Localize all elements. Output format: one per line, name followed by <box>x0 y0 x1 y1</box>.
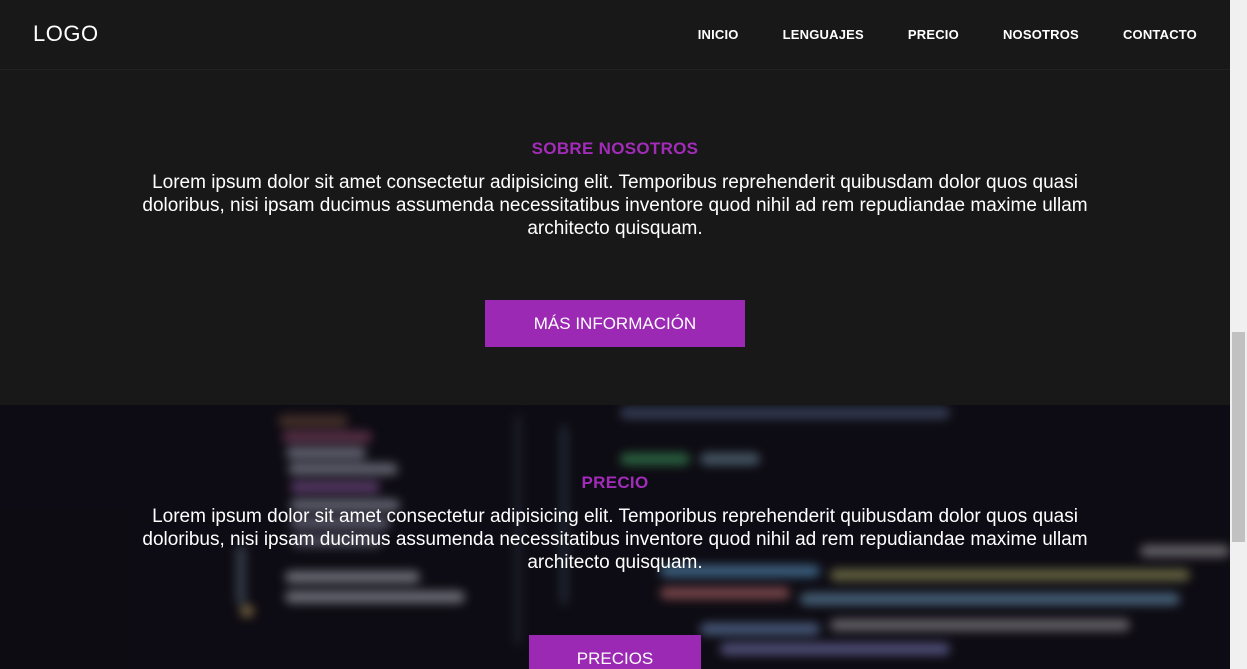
nav-lenguajes[interactable]: LENGUAJES <box>783 27 864 42</box>
main-nav: INICIO LENGUAJES PRECIO NOSOTROS CONTACT… <box>654 27 1197 42</box>
pricing-title: PRECIO <box>581 473 649 492</box>
pricing-button[interactable]: PRECIOS <box>529 635 701 669</box>
logo[interactable]: LOGO <box>33 21 99 47</box>
about-title: SOBRE NOSOTROS <box>531 139 699 158</box>
scrollbar-thumb[interactable] <box>1232 332 1245 542</box>
about-section: SOBRE NOSOTROS Lorem ipsum dolor sit ame… <box>0 69 1230 405</box>
page: LOGO INICIO LENGUAJES PRECIO NOSOTROS CO… <box>0 0 1230 669</box>
nav-nosotros[interactable]: NOSOTROS <box>1003 27 1079 42</box>
nav-precio[interactable]: PRECIO <box>908 27 959 42</box>
pricing-text: Lorem ipsum dolor sit amet consectetur a… <box>142 506 1088 573</box>
nav-inicio[interactable]: INICIO <box>698 27 739 42</box>
page-scrollbar[interactable] <box>1230 0 1247 669</box>
more-info-button[interactable]: MÁS INFORMACIÓN <box>485 300 745 347</box>
about-text: Lorem ipsum dolor sit amet consectetur a… <box>142 172 1088 239</box>
nav-contacto[interactable]: CONTACTO <box>1123 27 1197 42</box>
site-header: LOGO INICIO LENGUAJES PRECIO NOSOTROS CO… <box>0 0 1230 70</box>
pricing-section: PRECIO Lorem ipsum dolor sit amet consec… <box>0 405 1230 669</box>
